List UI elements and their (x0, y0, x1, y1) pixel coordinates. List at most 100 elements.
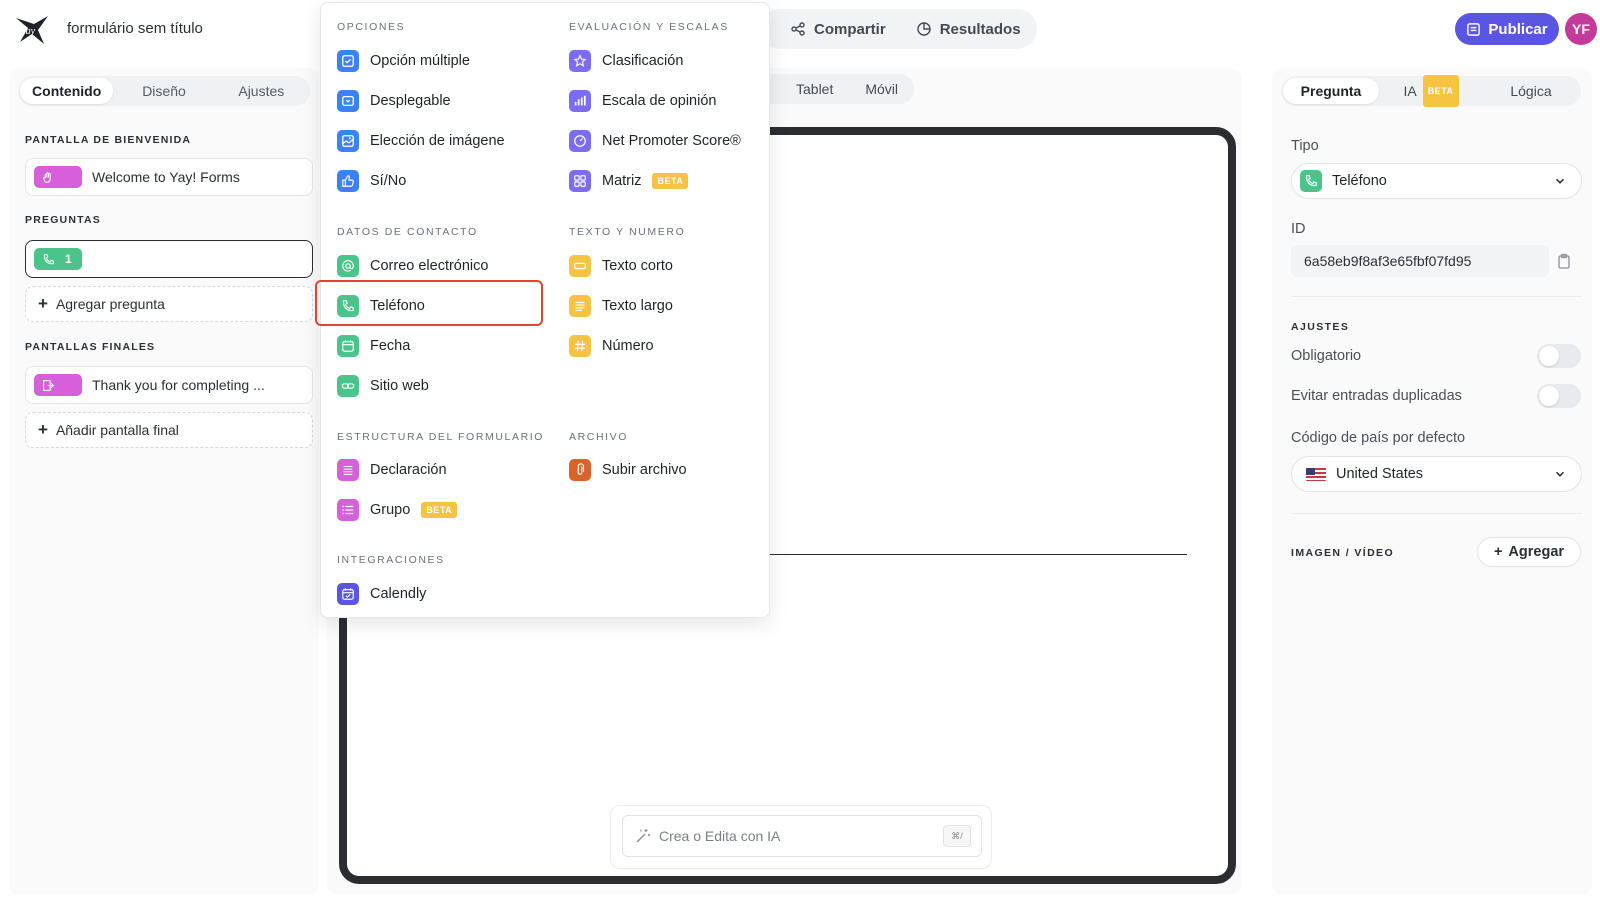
share-button[interactable]: Compartir (790, 21, 886, 38)
add-ending-button[interactable]: + Añadir pantalla final (25, 412, 313, 448)
tab-settings[interactable]: Ajustes (215, 78, 308, 104)
hash-icon (569, 335, 591, 357)
menu-item-label: Correo electrónico (370, 258, 489, 274)
menu-item-long-text[interactable]: Texto largo (569, 290, 673, 322)
ending-pill (34, 374, 82, 396)
menu-item-label: Desplegable (370, 93, 451, 109)
menu-item-file-upload[interactable]: Subir archivo (569, 454, 687, 486)
image-icon (337, 130, 359, 152)
thumbs-up-icon (337, 170, 359, 192)
type-select[interactable]: Teléfono (1291, 163, 1582, 199)
results-button[interactable]: Resultados (916, 21, 1021, 38)
question-number: 1 (65, 252, 72, 266)
menu-item-date[interactable]: Fecha (337, 330, 410, 362)
menu-item-label: Elección de imágene (370, 133, 505, 149)
ai-prompt-placeholder: Crea o Edita con IA (659, 828, 781, 844)
yay-logo-icon[interactable]: Yay (14, 12, 50, 46)
us-flag-icon (1306, 467, 1326, 481)
menu-item-nps[interactable]: Net Promoter Score® (569, 125, 741, 157)
short-text-icon (569, 255, 591, 277)
type-label: Tipo (1291, 138, 1319, 154)
divider (1291, 513, 1582, 514)
menu-item-label: Sí/No (370, 173, 407, 189)
question-card-phone[interactable]: 1 (25, 240, 313, 278)
tab-design[interactable]: Diseño (117, 78, 210, 104)
menu-item-number[interactable]: Número (569, 330, 654, 362)
tab-ai-label: IA (1403, 83, 1417, 99)
tab-logic[interactable]: Lógica (1483, 78, 1579, 104)
plus-icon: + (38, 420, 48, 439)
welcome-section-label: PANTALLA DE BIENVENIDA (25, 134, 192, 146)
menu-item-multiple-choice[interactable]: Opción múltiple (337, 45, 470, 77)
country-select-value: United States (1336, 466, 1424, 482)
questions-section-label: PREGUNTAS (25, 214, 101, 226)
question-type-menu: OPCIONES EVALUACIÓN Y ESCALAS DATOS DE C… (320, 2, 770, 618)
results-label: Resultados (939, 20, 1021, 38)
country-code-label: Código de país por defecto (1291, 430, 1466, 446)
menu-item-picture-choice[interactable]: Elección de imágene (337, 125, 505, 157)
menu-item-label: Grupo (370, 502, 411, 518)
menu-item-opinion-scale[interactable]: Escala de opinión (569, 85, 716, 117)
welcome-screen-card[interactable]: Welcome to Yay! Forms (25, 158, 313, 196)
tab-question[interactable]: Pregunta (1283, 78, 1379, 104)
country-select[interactable]: United States (1291, 456, 1582, 492)
bar-chart-icon (569, 90, 591, 112)
menu-item-label: Net Promoter Score® (602, 133, 741, 149)
menu-item-label: Sitio web (370, 378, 429, 394)
dropdown-icon (337, 90, 359, 112)
top-nav: Compartir Resultados (760, 9, 1037, 49)
menu-item-label: Texto corto (602, 258, 673, 274)
menu-item-statement[interactable]: Declaración (337, 454, 447, 486)
form-title[interactable]: formulário sem título (67, 20, 203, 37)
user-avatar[interactable]: YF (1565, 13, 1597, 45)
tab-content[interactable]: Contenido (20, 78, 114, 104)
phone-icon (43, 253, 54, 264)
tab-ai[interactable]: IA BETA (1383, 75, 1479, 107)
required-toggle[interactable] (1537, 344, 1581, 368)
menu-item-website[interactable]: Sitio web (337, 370, 429, 402)
publish-button[interactable]: Publicar (1455, 13, 1559, 45)
menu-item-email[interactable]: Correo electrónico (337, 250, 488, 282)
menu-item-group[interactable]: Grupo BETA (337, 494, 458, 526)
required-label: Obligatorio (1291, 348, 1362, 364)
menu-item-label: Fecha (370, 338, 411, 354)
hand-wave-icon (43, 171, 51, 183)
menu-item-dropdown[interactable]: Desplegable (337, 85, 451, 117)
no-duplicates-toggle[interactable] (1537, 384, 1581, 408)
ending-screen-card[interactable]: Thank you for completing ... (25, 366, 313, 404)
beta-badge: BETA (652, 173, 689, 189)
phone-icon (337, 295, 359, 317)
beta-badge: BETA (1422, 75, 1459, 107)
left-panel: Contenido Diseño Ajustes PANTALLA DE BIE… (9, 68, 319, 894)
checkbox-icon (337, 50, 359, 72)
add-question-button[interactable]: + Agregar pregunta (25, 286, 313, 322)
grid-icon (569, 170, 591, 192)
list-icon (337, 499, 359, 521)
plus-icon: + (38, 294, 48, 313)
device-view-tabs: Tablet Móvil (748, 74, 915, 104)
phone-icon (1300, 170, 1322, 192)
menu-item-label: Declaración (370, 462, 447, 478)
menu-item-yes-no[interactable]: Sí/No (337, 165, 406, 197)
calendar-check-icon (337, 583, 359, 605)
tab-tablet[interactable]: Tablet (796, 81, 833, 97)
ai-prompt-input[interactable]: Crea o Edita con IA ⌘/ (622, 815, 982, 857)
id-field[interactable]: 6a58eb9f8af3e65fbf07fd95 (1291, 245, 1549, 277)
menu-item-calendly[interactable]: Calendly (337, 578, 426, 610)
menu-item-label: Opción múltiple (370, 53, 470, 69)
answer-underline[interactable] (751, 554, 1187, 555)
ending-screen-title: Thank you for completing ... (92, 377, 265, 393)
magic-wand-icon (636, 829, 650, 843)
menu-item-label: Matriz (602, 173, 642, 189)
clipboard-icon[interactable] (1556, 253, 1572, 269)
menu-item-short-text[interactable]: Texto corto (569, 250, 673, 282)
type-select-value: Teléfono (1332, 173, 1387, 189)
add-media-button[interactable]: + Agregar (1477, 537, 1581, 567)
tab-mobile[interactable]: Móvil (865, 81, 898, 97)
menu-item-phone[interactable]: Teléfono (337, 290, 425, 322)
id-label: ID (1291, 221, 1306, 237)
menu-item-matrix[interactable]: Matriz BETA (569, 165, 689, 197)
question-pill: 1 (34, 248, 82, 270)
menu-item-ranking[interactable]: Clasificación (569, 45, 683, 77)
paragraph-icon (569, 295, 591, 317)
